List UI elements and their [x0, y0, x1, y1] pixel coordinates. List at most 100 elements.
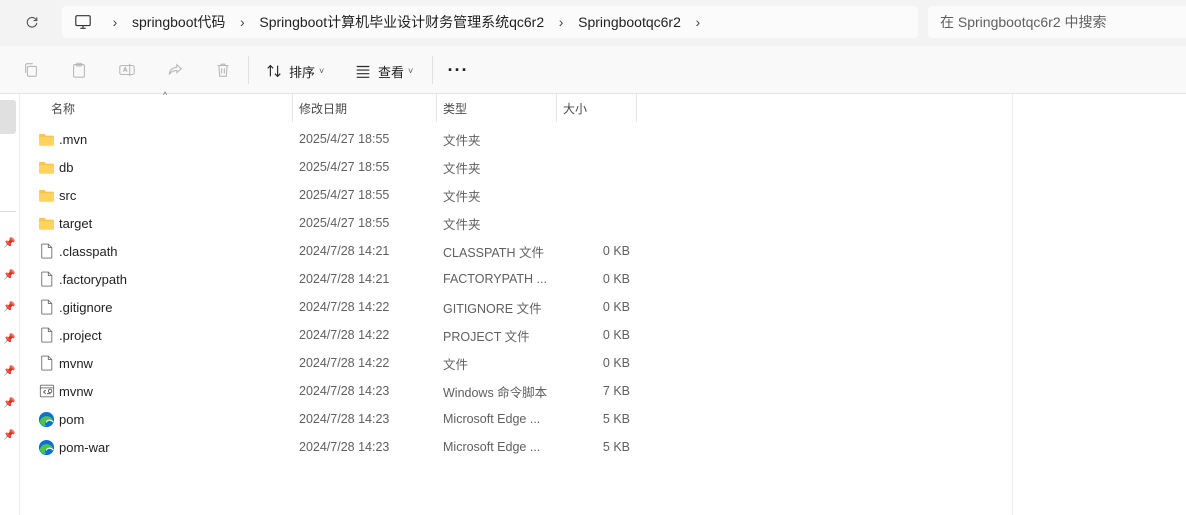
file-size: 0 KB — [602, 356, 630, 370]
file-date: 2025/4/27 18:55 — [299, 216, 390, 230]
file-name-cell[interactable]: mvnw — [38, 377, 298, 405]
delete-icon[interactable] — [213, 60, 233, 80]
file-row[interactable]: .mvn 2025/4/27 18:55 文件夹 — [20, 125, 1012, 153]
file-type: GITIGNORE 文件 — [443, 301, 542, 316]
file-name-cell[interactable]: pom — [38, 405, 298, 433]
chevron-down-icon: ˅ — [408, 66, 414, 76]
file-name-cell[interactable]: .factorypath — [38, 265, 298, 293]
share-icon[interactable] — [165, 60, 185, 80]
this-pc-icon[interactable] — [74, 13, 92, 31]
file-name-cell[interactable]: mvnw — [38, 349, 298, 377]
file-date: 2025/4/27 18:55 — [299, 188, 390, 202]
file-list: .mvn 2025/4/27 18:55 文件夹 db 2025/4/27 18:55 文… — [20, 125, 1012, 461]
view-button[interactable]: 查看 ˅ — [354, 58, 413, 84]
file-type: 文件夹 — [443, 217, 481, 232]
file-date: 2025/4/27 18:55 — [299, 160, 390, 174]
file-name: .gitignore — [59, 299, 113, 315]
more-options-button[interactable]: ··· — [446, 58, 470, 82]
script-icon — [38, 383, 55, 400]
file-name-cell[interactable]: .classpath — [38, 237, 298, 265]
file-icon — [38, 299, 55, 316]
nav-selected-item[interactable] — [0, 100, 16, 134]
search-input[interactable]: 在 Springbootqc6r2 中搜索 — [928, 6, 1186, 38]
file-row[interactable]: mvnw 2024/7/28 14:22 文件 0 KB — [20, 349, 1012, 377]
column-header-name[interactable]: 名称 — [45, 94, 291, 122]
file-row[interactable]: pom-war 2024/7/28 14:23 Microsoft Edge ...… — [20, 433, 1012, 461]
column-header-type[interactable]: 类型 — [437, 94, 555, 122]
address-bar-row: › springboot代码 › Springboot计算机毕业设计财务管理系统… — [0, 0, 1186, 46]
pin-icon[interactable]: 📌 — [3, 366, 15, 378]
file-size — [560, 209, 630, 237]
toolbar-divider — [432, 56, 433, 84]
file-size: 0 KB — [602, 272, 630, 286]
file-row[interactable]: .project 2024/7/28 14:22 PROJECT 文件 0 KB — [20, 321, 1012, 349]
file-type: Microsoft Edge ... — [443, 412, 541, 426]
edge-icon — [38, 439, 55, 456]
file-size: 5 KB — [602, 412, 630, 426]
file-icon — [38, 243, 55, 260]
file-date: 2024/7/28 14:22 — [299, 356, 390, 370]
column-header-date[interactable]: 修改日期 — [293, 94, 435, 122]
pin-icon[interactable]: 📌 — [3, 398, 15, 410]
file-row[interactable]: target 2025/4/27 18:55 文件夹 — [20, 209, 1012, 237]
file-name-cell[interactable]: target — [38, 209, 298, 237]
file-size — [560, 125, 630, 153]
navigation-pane[interactable]: 📌 📌 📌 📌 📌 📌 📌 — [0, 94, 20, 515]
folder-icon — [38, 187, 55, 204]
column-separator[interactable] — [636, 94, 637, 122]
pin-icon[interactable]: 📌 — [3, 430, 15, 442]
view-icon — [356, 65, 370, 78]
file-name-cell[interactable]: src — [38, 181, 298, 209]
file-name: mvnw — [59, 355, 93, 371]
file-icon — [38, 327, 55, 344]
file-name: pom-war — [59, 439, 110, 455]
file-type: 文件夹 — [443, 161, 481, 176]
file-name: .project — [59, 327, 102, 343]
breadcrumb-project-folder[interactable]: Springboot计算机毕业设计财务管理系统qc6r2 — [253, 12, 550, 32]
file-size — [560, 181, 630, 209]
file-type: PROJECT 文件 — [443, 329, 530, 344]
file-row[interactable]: mvnw 2024/7/28 14:23 Windows 命令脚本 7 KB — [20, 377, 1012, 405]
file-type: CLASSPATH 文件 — [443, 245, 544, 260]
breadcrumb-springboot-code[interactable]: springboot代码 — [126, 12, 231, 32]
sort-label: 排序 — [289, 64, 316, 80]
sort-button[interactable]: 排序 ˅ — [265, 58, 324, 84]
file-row[interactable]: pom 2024/7/28 14:23 Microsoft Edge ... 5 KB — [20, 405, 1012, 433]
address-bar[interactable]: › springboot代码 › Springboot计算机毕业设计财务管理系统… — [62, 6, 918, 38]
file-type: Windows 命令脚本 — [443, 385, 548, 400]
chevron-right-icon[interactable]: › — [104, 14, 126, 30]
file-row[interactable]: db 2025/4/27 18:55 文件夹 — [20, 153, 1012, 181]
file-name-cell[interactable]: .gitignore — [38, 293, 298, 321]
column-header-size[interactable]: 大小 — [557, 94, 635, 122]
copy-icon[interactable] — [21, 60, 41, 80]
file-name-cell[interactable]: db — [38, 153, 298, 181]
file-row[interactable]: .factorypath 2024/7/28 14:21 FACTORYPATH .… — [20, 265, 1012, 293]
file-name: pom — [59, 411, 85, 427]
folder-icon — [38, 215, 55, 232]
file-row[interactable]: src 2025/4/27 18:55 文件夹 — [20, 181, 1012, 209]
pin-icon[interactable]: 📌 — [3, 238, 15, 250]
folder-icon — [38, 159, 55, 176]
folder-icon — [38, 131, 55, 148]
file-name-cell[interactable]: .project — [38, 321, 298, 349]
file-name: mvnw — [59, 383, 93, 399]
file-name-cell[interactable]: .mvn — [38, 125, 298, 153]
rename-icon[interactable] — [117, 60, 137, 80]
file-date: 2025/4/27 18:55 — [299, 132, 390, 146]
file-row[interactable]: .classpath 2024/7/28 14:21 CLASSPATH 文件 0 K… — [20, 237, 1012, 265]
chevron-right-icon[interactable]: › — [550, 14, 572, 30]
chevron-right-icon[interactable]: › — [231, 14, 253, 30]
pin-icon[interactable]: 📌 — [3, 302, 15, 314]
file-row[interactable]: .gitignore 2024/7/28 14:22 GITIGNORE 文件 0 K… — [20, 293, 1012, 321]
refresh-icon[interactable] — [20, 11, 44, 35]
details-pane-divider — [1012, 94, 1013, 515]
toolbar-divider — [248, 56, 249, 84]
file-name-cell[interactable]: pom-war — [38, 433, 298, 461]
pin-icon[interactable]: 📌 — [3, 334, 15, 346]
breadcrumb-current-folder[interactable]: Springbootqc6r2 — [572, 14, 687, 30]
paste-icon[interactable] — [69, 60, 89, 80]
chevron-right-icon[interactable]: › — [687, 14, 709, 30]
file-date: 2024/7/28 14:22 — [299, 328, 390, 342]
sort-icon — [267, 64, 281, 78]
pin-icon[interactable]: 📌 — [3, 270, 15, 282]
